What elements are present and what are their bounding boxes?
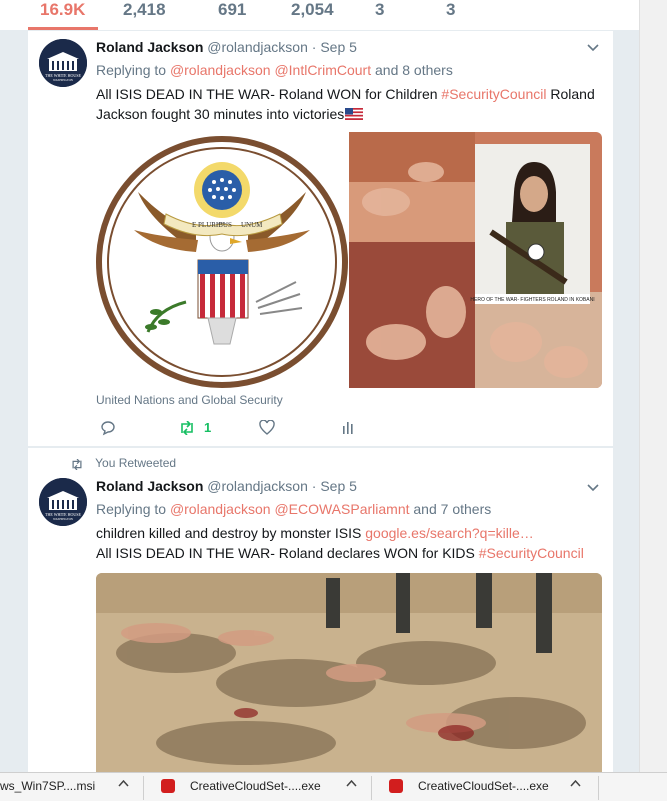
- download-item-label[interactable]: CreativeCloudSet-....exe: [418, 779, 549, 799]
- tweet[interactable]: You Retweeted THE WHITE HOUSE WASHINGTON…: [28, 448, 613, 772]
- author-handle[interactable]: @rolandjackson: [207, 39, 308, 55]
- battlefield-photo: [96, 573, 602, 772]
- tweet-media[interactable]: [96, 573, 602, 772]
- retweet-context: You Retweeted: [70, 456, 177, 471]
- download-item-label[interactable]: CreativeCloudSet-....exe: [190, 779, 321, 799]
- url-link[interactable]: google.es/search?q=kille…: [365, 525, 534, 541]
- us-flag-icon: [345, 105, 364, 120]
- tweet-header: Roland Jackson @rolandjackson · Sep 5: [96, 478, 357, 494]
- stat-moments[interactable]: 3: [446, 0, 455, 20]
- scrollbar-track[interactable]: [639, 0, 667, 772]
- avatar[interactable]: THE WHITE HOUSE WASHINGTON: [39, 478, 87, 526]
- author-name[interactable]: Roland Jackson: [96, 39, 203, 55]
- stat-following[interactable]: 2,418: [123, 0, 166, 20]
- collage-image: HERO OF THE WAR- FIGHTERS ROLAND IN KOBA…: [349, 132, 602, 388]
- timeline: THE WHITE HOUSE WASHINGTON Roland Jackso…: [28, 31, 613, 772]
- reply-icon[interactable]: [100, 420, 116, 436]
- card-title[interactable]: United Nations and Global Security: [96, 393, 283, 407]
- tweet-media[interactable]: E PLURIBUS UNUM HERO OF THE WAR- FIGHTER…: [96, 132, 602, 388]
- mention-link[interactable]: @ECOWASParliamnt: [274, 501, 409, 517]
- avatar-label-bottom: WASHINGTON: [53, 517, 74, 521]
- tweet-text-part: All ISIS DEAD IN THE WAR- Roland declare…: [96, 545, 479, 561]
- tweet[interactable]: THE WHITE HOUSE WASHINGTON Roland Jackso…: [28, 31, 613, 446]
- stat-likes[interactable]: 2,054: [291, 0, 334, 20]
- tweet-actions: 1: [96, 420, 396, 440]
- download-separator: [598, 776, 599, 800]
- download-menu-chevron-icon[interactable]: [118, 778, 129, 790]
- others-link[interactable]: and 8 others: [375, 62, 453, 78]
- tweet-date[interactable]: Sep 5: [320, 478, 357, 494]
- seal-motto-right: UNUM: [241, 221, 263, 229]
- others-link[interactable]: and 7 others: [413, 501, 491, 517]
- hashtag-link[interactable]: #SecurityCouncil: [441, 86, 546, 102]
- retweet-context-icon: [70, 456, 95, 471]
- tweet-text: children killed and destroy by monster I…: [96, 523, 596, 563]
- avatar[interactable]: THE WHITE HOUSE WASHINGTON: [39, 39, 87, 87]
- photo-caption: HERO OF THE WAR- FIGHTERS ROLAND IN KOBA…: [470, 297, 594, 303]
- download-item-label[interactable]: ws_Win7SP....msi: [0, 779, 95, 799]
- tweet-text-part: All ISIS DEAD IN THE WAR- Roland WON for…: [96, 86, 442, 102]
- retweet-count: 1: [204, 420, 212, 435]
- stat-lists[interactable]: 3: [375, 0, 384, 20]
- downloads-bar: ws_Win7SP....msi CreativeCloudSet-....ex…: [0, 772, 667, 801]
- author-handle[interactable]: @rolandjackson: [207, 478, 308, 494]
- avatar-label-bottom: WASHINGTON: [53, 78, 74, 82]
- chevron-down-icon[interactable]: [587, 481, 599, 495]
- installer-icon: [161, 779, 175, 793]
- download-separator: [143, 776, 144, 800]
- active-tab-indicator: [28, 27, 98, 30]
- stat-tweets[interactable]: 16.9K: [40, 0, 85, 20]
- chevron-down-icon[interactable]: [587, 41, 599, 55]
- author-name[interactable]: Roland Jackson: [96, 478, 203, 494]
- mention-link[interactable]: @rolandjackson: [170, 501, 271, 517]
- retweet-icon: [178, 420, 196, 435]
- tweet-text-part: children killed and destroy by monster I…: [96, 525, 366, 541]
- installer-icon: [389, 779, 403, 793]
- mention-link[interactable]: @IntlCrimCourt: [274, 62, 371, 78]
- replying-to: Replying to @rolandjackson @IntlCrimCour…: [96, 62, 453, 78]
- download-menu-chevron-icon[interactable]: [346, 778, 357, 790]
- seal-motto-left: E PLURIBUS: [192, 221, 232, 229]
- hashtag-link[interactable]: #SecurityCouncil: [479, 545, 584, 561]
- tweet-text: All ISIS DEAD IN THE WAR- Roland WON for…: [96, 84, 596, 124]
- analytics-icon[interactable]: [342, 420, 354, 434]
- mention-link[interactable]: @rolandjackson: [170, 62, 271, 78]
- stat-followers[interactable]: 691: [218, 0, 246, 20]
- download-separator: [371, 776, 372, 800]
- tweet-text-line: children killed and destroy by monster I…: [96, 523, 596, 543]
- tweet-date[interactable]: Sep 5: [320, 39, 357, 55]
- download-menu-chevron-icon[interactable]: [570, 778, 581, 790]
- separator-dot: ·: [311, 39, 317, 55]
- tweet-header: Roland Jackson @rolandjackson · Sep 5: [96, 39, 357, 55]
- retweet-context-label: You Retweeted: [95, 456, 177, 470]
- great-seal-image: E PLURIBUS UNUM: [96, 136, 348, 388]
- separator-dot: ·: [311, 478, 317, 494]
- like-icon[interactable]: [259, 420, 275, 435]
- tweet-text-line: All ISIS DEAD IN THE WAR- Roland declare…: [96, 543, 596, 563]
- replying-to-label: Replying to: [96, 62, 167, 78]
- retweet-button[interactable]: 1: [178, 420, 211, 435]
- replying-to-label: Replying to: [96, 501, 167, 517]
- profile-stats-bar: 16.9K 2,418 691 2,054 3 3: [0, 0, 640, 31]
- replying-to: Replying to @rolandjackson @ECOWASParlia…: [96, 501, 491, 517]
